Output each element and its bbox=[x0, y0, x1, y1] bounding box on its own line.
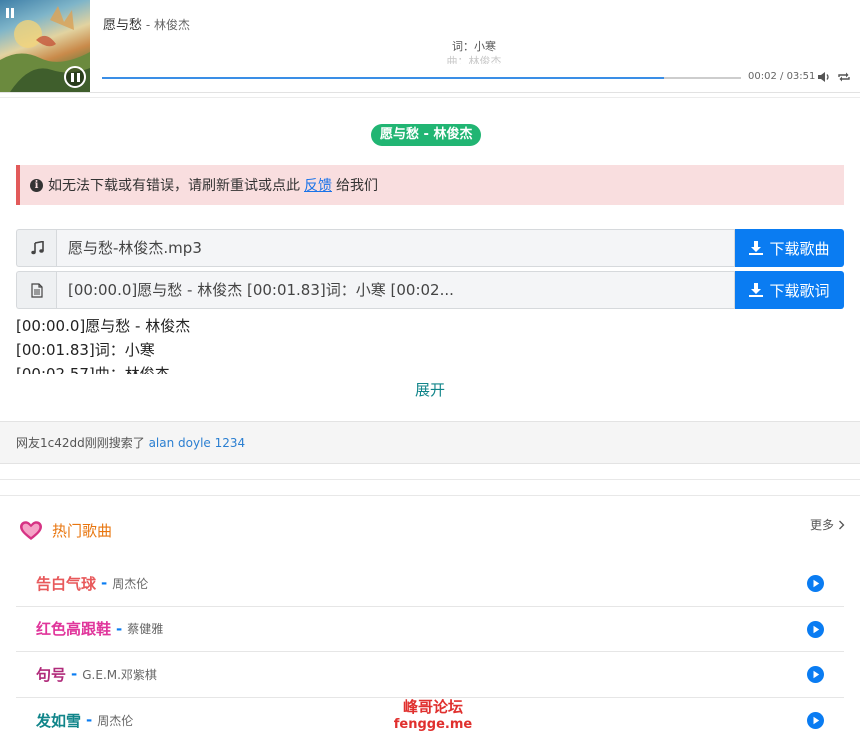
song-name[interactable]: 告白气球 bbox=[36, 573, 96, 594]
song-dash: - bbox=[116, 619, 123, 638]
more-link[interactable]: 更多 bbox=[810, 516, 845, 533]
song-dash: - bbox=[71, 665, 78, 684]
play-icon[interactable] bbox=[807, 711, 824, 729]
song-name[interactable]: 发如雪 bbox=[36, 710, 81, 731]
song-list-item[interactable]: 告白气球 - 周杰伦 bbox=[16, 561, 844, 607]
album-cover bbox=[0, 0, 90, 92]
song-list-item[interactable]: 句号 - G.E.M.邓紫棋 bbox=[16, 652, 844, 698]
heart-icon bbox=[20, 520, 42, 540]
song-name[interactable]: 句号 bbox=[36, 664, 66, 685]
download-lyrics-button[interactable]: 下载歌词 bbox=[735, 271, 844, 309]
song-dash: - bbox=[101, 574, 108, 593]
error-notice-alert: i 如无法下载或有错误，请刷新重试或点此 反馈 给我们 bbox=[16, 165, 844, 205]
recent-search-prefix: 网友1c42dd刚刚搜索了 bbox=[16, 436, 145, 450]
pause-icon bbox=[70, 72, 74, 82]
lyric-line: [00:01.83]词：小寒 bbox=[16, 341, 155, 359]
song-title-badge: 愿与愁 - 林俊杰 bbox=[371, 124, 482, 146]
now-playing-song: 愿与愁 bbox=[103, 18, 143, 33]
song-download-row: 愿与愁-林俊杰.mp3 下载歌曲 bbox=[16, 229, 844, 267]
progress-bar[interactable] bbox=[102, 77, 741, 79]
song-file-field[interactable]: 愿与愁-林俊杰.mp3 bbox=[56, 229, 735, 267]
time-display: 00:02 / 03:51 bbox=[748, 71, 815, 82]
alert-text-after: 给我们 bbox=[336, 178, 378, 194]
file-text-icon bbox=[30, 282, 43, 298]
lyrics-text-box: [00:00.0]愿与愁 - 林俊杰 [00:01.83]词：小寒 [00:02… bbox=[16, 314, 716, 374]
lyric-next-line: 曲：林俊杰 bbox=[446, 55, 502, 64]
download-icon bbox=[749, 283, 764, 297]
download-song-label: 下载歌曲 bbox=[769, 239, 830, 258]
lyric-line: [00:02.57]曲：林俊杰 bbox=[16, 365, 170, 374]
file-addon bbox=[16, 271, 56, 309]
hot-songs-title: 热门歌曲 bbox=[52, 522, 113, 540]
now-playing-artist: 林俊杰 bbox=[153, 18, 190, 32]
download-lyrics-label: 下载歌词 bbox=[769, 281, 830, 300]
recent-search-bar: 网友1c42dd刚刚搜索了 alan doyle 1234 bbox=[0, 421, 860, 464]
pause-button[interactable] bbox=[64, 66, 86, 88]
song-name[interactable]: 红色高跟鞋 bbox=[36, 618, 111, 639]
progress-fill bbox=[102, 77, 665, 79]
site-watermark: 峰哥论坛 fengge.me bbox=[393, 698, 473, 734]
feedback-link[interactable]: 反馈 bbox=[304, 175, 332, 195]
recent-search-link[interactable]: alan doyle 1234 bbox=[149, 436, 246, 450]
watermark-line1: 峰哥论坛 bbox=[402, 698, 463, 716]
play-icon[interactable] bbox=[807, 620, 824, 638]
volume-icon[interactable] bbox=[817, 71, 831, 83]
section-divider bbox=[0, 479, 860, 480]
song-dash: - bbox=[86, 711, 93, 730]
music-player: 愿与愁 - 林俊杰 词：小寒 曲：林俊杰 00:02 / 03:51 bbox=[0, 0, 860, 93]
song-artist: G.E.M.邓紫棋 bbox=[82, 667, 157, 682]
song-artist: 周杰伦 bbox=[97, 713, 134, 728]
music-note-addon bbox=[16, 229, 56, 267]
lyric-line: [00:00.0]愿与愁 - 林俊杰 bbox=[16, 317, 191, 335]
lyrics-preview-field[interactable]: [00:00.0]愿与愁 - 林俊杰 [00:01.83]词：小寒 [00:02… bbox=[56, 271, 735, 309]
hot-songs-header: 热门歌曲 bbox=[20, 520, 112, 541]
song-list-item[interactable]: 红色高跟鞋 - 蔡健雅 bbox=[16, 607, 844, 652]
download-icon bbox=[749, 241, 764, 255]
expand-lyrics-button[interactable]: 展开 bbox=[0, 379, 860, 400]
info-icon: i bbox=[30, 178, 43, 192]
now-playing-title: 愿与愁 - 林俊杰 bbox=[103, 14, 190, 33]
lyric-current-line: 词：小寒 bbox=[452, 40, 496, 53]
title-separator: - bbox=[142, 18, 154, 32]
play-icon[interactable] bbox=[807, 666, 824, 683]
chevron-right-icon bbox=[838, 520, 845, 530]
watermark-line2: fengge.me bbox=[393, 717, 473, 732]
time-total: 03:51 bbox=[786, 71, 816, 82]
alert-text: 如无法下载或有错误，请刷新重试或点此 bbox=[48, 178, 300, 194]
lyrics-download-row: [00:00.0]愿与愁 - 林俊杰 [00:01.83]词：小寒 [00:02… bbox=[16, 271, 844, 309]
play-icon[interactable] bbox=[807, 575, 824, 592]
player-divider bbox=[0, 97, 860, 98]
section-divider bbox=[0, 495, 860, 496]
loop-icon[interactable] bbox=[837, 71, 851, 83]
song-artist: 周杰伦 bbox=[112, 576, 149, 591]
time-current: 00:02 bbox=[748, 71, 777, 82]
download-song-button[interactable]: 下载歌曲 bbox=[735, 229, 844, 267]
song-artist: 蔡健雅 bbox=[127, 622, 164, 637]
music-note-icon bbox=[30, 241, 44, 255]
time-separator: / bbox=[776, 71, 787, 82]
